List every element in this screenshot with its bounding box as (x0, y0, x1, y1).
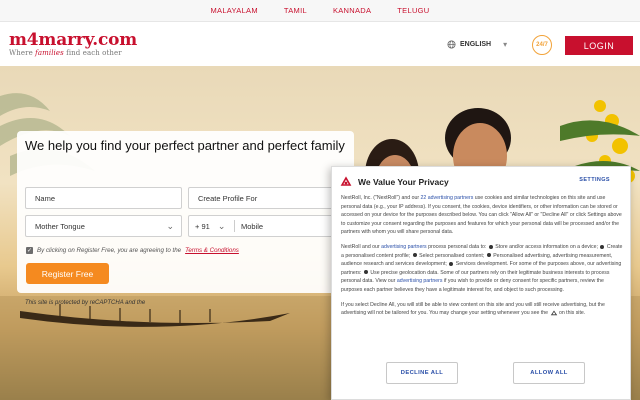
privacy-paragraph-3: If you select Decline All, you will stil… (341, 301, 605, 317)
lang-link-telugu[interactable]: TELUGU (397, 6, 429, 15)
nextroll-settings-icon[interactable] (550, 310, 558, 316)
globe-icon (447, 40, 456, 49)
bullet-icon (488, 244, 493, 249)
bullet-icon (449, 261, 454, 266)
advertising-partners-link[interactable]: 22 advertising partners (421, 195, 474, 201)
country-code-value: + 91 (195, 221, 210, 231)
mobile-field[interactable]: + 91 ⌄ Mobile (188, 215, 348, 237)
bullet-icon (363, 270, 368, 275)
dialog-body: NextRoll, Inc. ("NextRoll") and our 22 a… (341, 194, 623, 324)
settings-link[interactable]: SETTINGS (579, 177, 610, 183)
decline-all-button[interactable]: DECLINE ALL (386, 362, 458, 384)
login-button[interactable]: LOGIN (565, 36, 633, 55)
bullet-icon (600, 244, 605, 249)
chevron-down-icon: ▾ (503, 40, 508, 49)
registration-card: We help you find your perfect partner an… (17, 131, 354, 293)
bullet-icon (486, 253, 491, 258)
privacy-paragraph-1: NextRoll, Inc. ("NextRoll") and our 22 a… (341, 195, 622, 236)
create-profile-for-select[interactable]: Create Profile For (188, 187, 348, 209)
nextroll-logo-icon (340, 176, 352, 186)
mother-tongue-label: Mother Tongue (35, 221, 85, 231)
terms-link[interactable]: Terms & Conditions (185, 247, 239, 254)
terms-consent: ✓ By clicking on Register Free, you are … (26, 247, 239, 254)
recaptcha-note: This site is protected by reCAPTCHA and … (25, 300, 146, 306)
language-selector[interactable]: ENGLISH ▾ (447, 40, 507, 49)
consent-text: By clicking on Register Free, you are ag… (37, 247, 182, 254)
country-code-select[interactable]: + 91 ⌄ (195, 216, 225, 236)
support-24x7-icon[interactable]: 24/7 (532, 35, 552, 55)
privacy-paragraph-2: NextRoll and our advertising partners pr… (341, 243, 623, 293)
dialog-header: We Value Your Privacy SETTINGS (340, 175, 624, 189)
chevron-down-icon: ⌄ (217, 220, 226, 231)
logo-tagline: Where families find each other (9, 49, 122, 57)
language-bar: MALAYALAM TAMIL KANNADA TELUGU (0, 0, 640, 22)
chevron-down-icon: ⌄ (166, 221, 174, 231)
language-label: ENGLISH (460, 41, 492, 48)
mother-tongue-select[interactable]: Mother Tongue ⌄ (25, 215, 182, 237)
advertising-partners-link[interactable]: advertising partners (381, 244, 427, 250)
logo-text: m4marry.com (9, 30, 138, 50)
create-profile-for-label: Create Profile For (198, 193, 258, 203)
site-logo[interactable]: m4marry.com Where families find each oth… (9, 30, 137, 57)
allow-all-button[interactable]: ALLOW ALL (513, 362, 585, 384)
mobile-input[interactable]: Mobile (241, 216, 263, 236)
registration-title: We help you find your perfect partner an… (25, 138, 345, 153)
dialog-title: We Value Your Privacy (358, 177, 449, 187)
lang-link-malayalam[interactable]: MALAYALAM (210, 6, 257, 15)
advertising-partners-link[interactable]: advertising partners (397, 278, 443, 284)
register-free-button[interactable]: Register Free (26, 263, 109, 284)
divider (234, 220, 235, 232)
name-input[interactable]: Name (25, 187, 182, 209)
site-header: m4marry.com Where families find each oth… (0, 22, 640, 66)
bullet-icon (412, 253, 417, 258)
lang-link-tamil[interactable]: TAMIL (284, 6, 307, 15)
consent-checkbox[interactable]: ✓ (26, 247, 33, 254)
lang-link-kannada[interactable]: KANNADA (333, 6, 371, 15)
privacy-consent-dialog: We Value Your Privacy SETTINGS NextRoll,… (331, 166, 631, 400)
